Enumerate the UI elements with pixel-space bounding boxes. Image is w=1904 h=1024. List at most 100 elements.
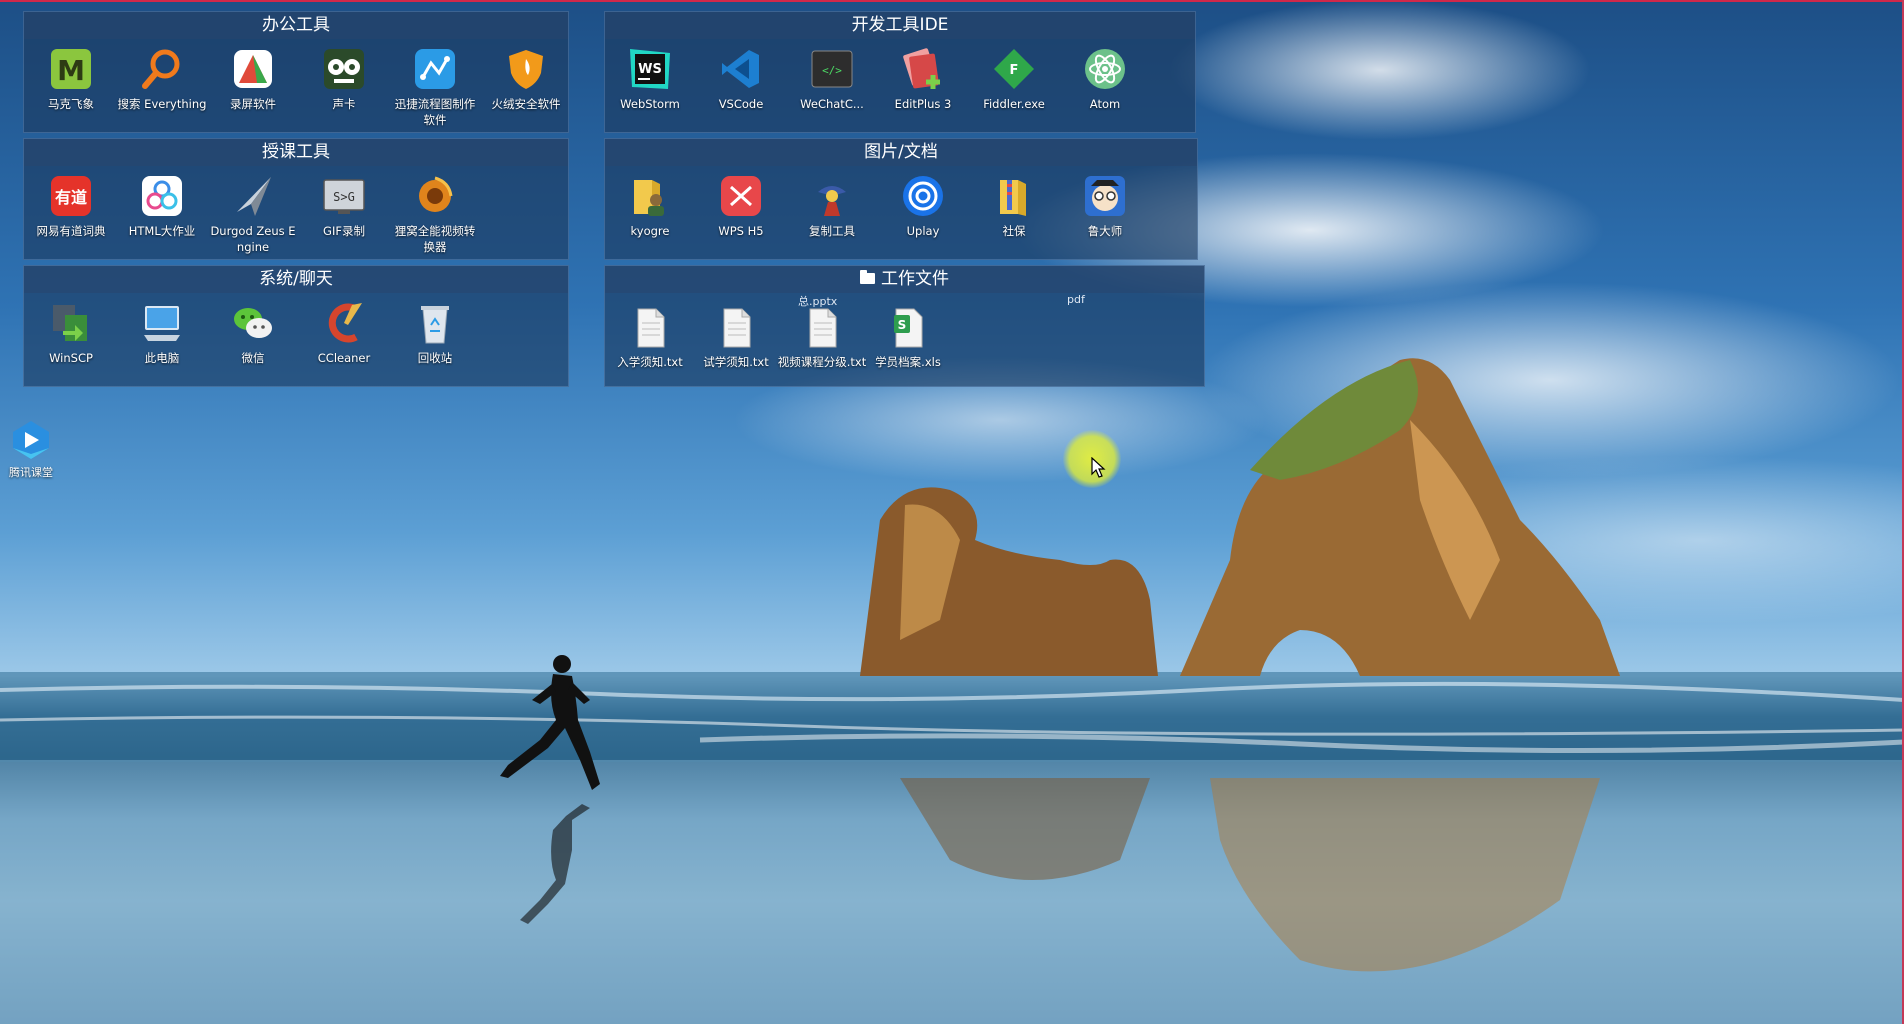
- fence-work-files: 工作文件 总.pptx pdf 入学须知.txt 试学须知.txt 视频课程分级…: [604, 265, 1205, 387]
- svg-text:S>G: S>G: [333, 190, 355, 204]
- shortcut-label: 回收站: [417, 351, 453, 365]
- shortcut-this-pc[interactable]: 此电脑: [117, 299, 207, 366]
- shortcut-label: 搜索 Everything: [117, 97, 207, 111]
- copy-tool-icon: [808, 172, 856, 220]
- fence-icon-row: WS WebStorm VSCode </> WeChatC... EditPl…: [605, 45, 1195, 135]
- window-border-top: [0, 0, 1904, 2]
- mouse-pointer-icon: [1091, 457, 1106, 478]
- shortcut-html-project[interactable]: HTML大作业: [117, 172, 207, 239]
- html-project-icon: [138, 172, 186, 220]
- shortcut-label: Uplay: [906, 224, 940, 238]
- svg-text:F: F: [1010, 63, 1019, 78]
- shortcut-markdown[interactable]: M 马克飞象: [26, 45, 116, 112]
- shortcut-label: GIF录制: [323, 224, 365, 238]
- shortcut-gif-recorder[interactable]: S>G GIF录制: [299, 172, 389, 239]
- shortcut-sound-card[interactable]: 声卡: [299, 45, 389, 112]
- shortcut-winscp[interactable]: WinSCP: [26, 299, 116, 366]
- shortcut-social-security[interactable]: 社保: [969, 172, 1059, 239]
- text-file-icon: [626, 303, 674, 351]
- svg-text:有道: 有道: [55, 188, 87, 207]
- fence-title: 办公工具: [24, 12, 568, 39]
- text-file-icon: [798, 303, 846, 351]
- shortcut-video-converter[interactable]: 狸窝全能视频转换器: [390, 172, 480, 255]
- shortcut-label: 鲁大师: [1087, 224, 1123, 238]
- folder-person-icon: [626, 172, 674, 220]
- shortcut-label: WebStorm: [620, 97, 680, 111]
- shortcut-youdao[interactable]: 有道 网易有道词典: [26, 172, 116, 239]
- shortcut-wechat[interactable]: 微信: [208, 299, 298, 366]
- shortcut-label: 声卡: [332, 97, 356, 111]
- shortcut-label: 迅捷流程图制作软件: [394, 97, 476, 127]
- shortcut-label: 狸窝全能视频转换器: [394, 224, 476, 254]
- spreadsheet-file-icon: S: [884, 303, 932, 351]
- fence-icon-row: WinSCP 此电脑 微信 CCleaner 回收站: [24, 299, 568, 389]
- svg-text:S: S: [898, 318, 907, 332]
- wechat-icon: [229, 299, 277, 347]
- shortcut-wechat-devtools[interactable]: </> WeChatC...: [787, 45, 877, 112]
- winscp-icon: [47, 299, 95, 347]
- fence-title-text: 工作文件: [881, 269, 949, 289]
- shortcut-label: 此电脑: [144, 351, 180, 365]
- shortcut-wps-h5[interactable]: WPS H5: [696, 172, 786, 239]
- file-label: 试学须知.txt: [703, 355, 769, 369]
- folder-icon: [860, 270, 875, 284]
- computer-icon: [138, 299, 186, 347]
- shortcut-ccleaner[interactable]: CCleaner: [299, 299, 389, 366]
- fence-title: 工作文件: [605, 266, 1204, 293]
- shortcut-recycle-bin[interactable]: 回收站: [390, 299, 480, 366]
- screen-recorder-icon: [229, 45, 277, 93]
- shortcut-everything[interactable]: 搜索 Everything: [117, 45, 207, 112]
- fence-office-tools: 办公工具 M 马克飞象 搜索 Everything 录屏软件 声卡 迅捷流程图制…: [23, 11, 569, 133]
- svg-text:</>: </>: [822, 64, 842, 77]
- folder-zip-icon: [990, 172, 1038, 220]
- shortcut-label: CCleaner: [317, 351, 371, 365]
- youdao-icon: 有道: [47, 172, 95, 220]
- shortcut-atom[interactable]: Atom: [1060, 45, 1150, 112]
- shortcut-uplay[interactable]: Uplay: [878, 172, 968, 239]
- ludashi-icon: [1081, 172, 1129, 220]
- shield-icon: [502, 45, 550, 93]
- shortcut-fiddler[interactable]: F Fiddler.exe: [969, 45, 1059, 112]
- shortcut-vscode[interactable]: VSCode: [696, 45, 786, 112]
- fence-system-chat: 系统/聊天 WinSCP 此电脑 微信 CCleaner 回收站: [23, 265, 569, 387]
- fence-icon-row: kyogre WPS H5 复制工具 Uplay 社保 鲁大师: [605, 172, 1197, 262]
- magnifier-icon: [138, 45, 186, 93]
- fiddler-icon: F: [990, 45, 1038, 93]
- shortcut-label: 网易有道词典: [36, 224, 106, 238]
- wechat-devtools-icon: </>: [808, 45, 856, 93]
- recycle-bin-icon: [411, 299, 459, 347]
- fence-title: 开发工具IDE: [605, 12, 1195, 39]
- shortcut-huorong[interactable]: 火绒安全软件: [481, 45, 571, 112]
- shortcut-label: Durgod Zeus Engine: [210, 224, 296, 254]
- markdown-m-icon: M: [47, 45, 95, 93]
- file-trial-notice[interactable]: 试学须知.txt: [691, 303, 781, 370]
- file-student-records[interactable]: S 学员档案.xls: [863, 303, 953, 370]
- shortcut-webstorm[interactable]: WS WebStorm: [605, 45, 695, 112]
- shortcut-screen-recorder[interactable]: 录屏软件: [208, 45, 298, 112]
- shortcut-ludashi[interactable]: 鲁大师: [1060, 172, 1150, 239]
- uplay-icon: [899, 172, 947, 220]
- shortcut-editplus[interactable]: EditPlus 3: [878, 45, 968, 112]
- shortcut-flowchart[interactable]: 迅捷流程图制作软件: [390, 45, 480, 128]
- text-file-icon: [712, 303, 760, 351]
- shortcut-copy-tool[interactable]: 复制工具: [787, 172, 877, 239]
- webstorm-icon: WS: [626, 45, 674, 93]
- desktop-shortcut-tencent-classroom[interactable]: 腾讯课堂: [6, 418, 56, 481]
- fence-dev-ide: 开发工具IDE WS WebStorm VSCode </> WeChatC..…: [604, 11, 1196, 133]
- fence-teaching-tools: 授课工具 有道 网易有道词典 HTML大作业 Durgod Zeus Engin…: [23, 138, 569, 260]
- fence-icon-row: M 马克飞象 搜索 Everything 录屏软件 声卡 迅捷流程图制作软件 火…: [24, 45, 568, 135]
- file-course-levels[interactable]: 视频课程分级.txt: [777, 303, 867, 370]
- wps-h5-icon: [717, 172, 765, 220]
- shortcut-label: 录屏软件: [230, 97, 276, 111]
- fence-images-docs: 图片/文档 kyogre WPS H5 复制工具 Uplay 社保 鲁大师: [604, 138, 1198, 260]
- fence-icon-row: 有道 网易有道词典 HTML大作业 Durgod Zeus Engine S>G…: [24, 172, 568, 262]
- shortcut-label: 腾讯课堂: [9, 466, 53, 479]
- file-enrollment-notice[interactable]: 入学须知.txt: [605, 303, 695, 370]
- shortcut-label: WinSCP: [49, 351, 93, 365]
- fence-icon-row: 总.pptx pdf 入学须知.txt 试学须知.txt 视频课程分级.txt …: [605, 293, 1204, 389]
- shortcut-kyogre[interactable]: kyogre: [605, 172, 695, 239]
- video-converter-icon: [411, 172, 459, 220]
- file-label: 学员档案.xls: [875, 355, 941, 369]
- editplus-icon: [899, 45, 947, 93]
- shortcut-durgod[interactable]: Durgod Zeus Engine: [208, 172, 298, 255]
